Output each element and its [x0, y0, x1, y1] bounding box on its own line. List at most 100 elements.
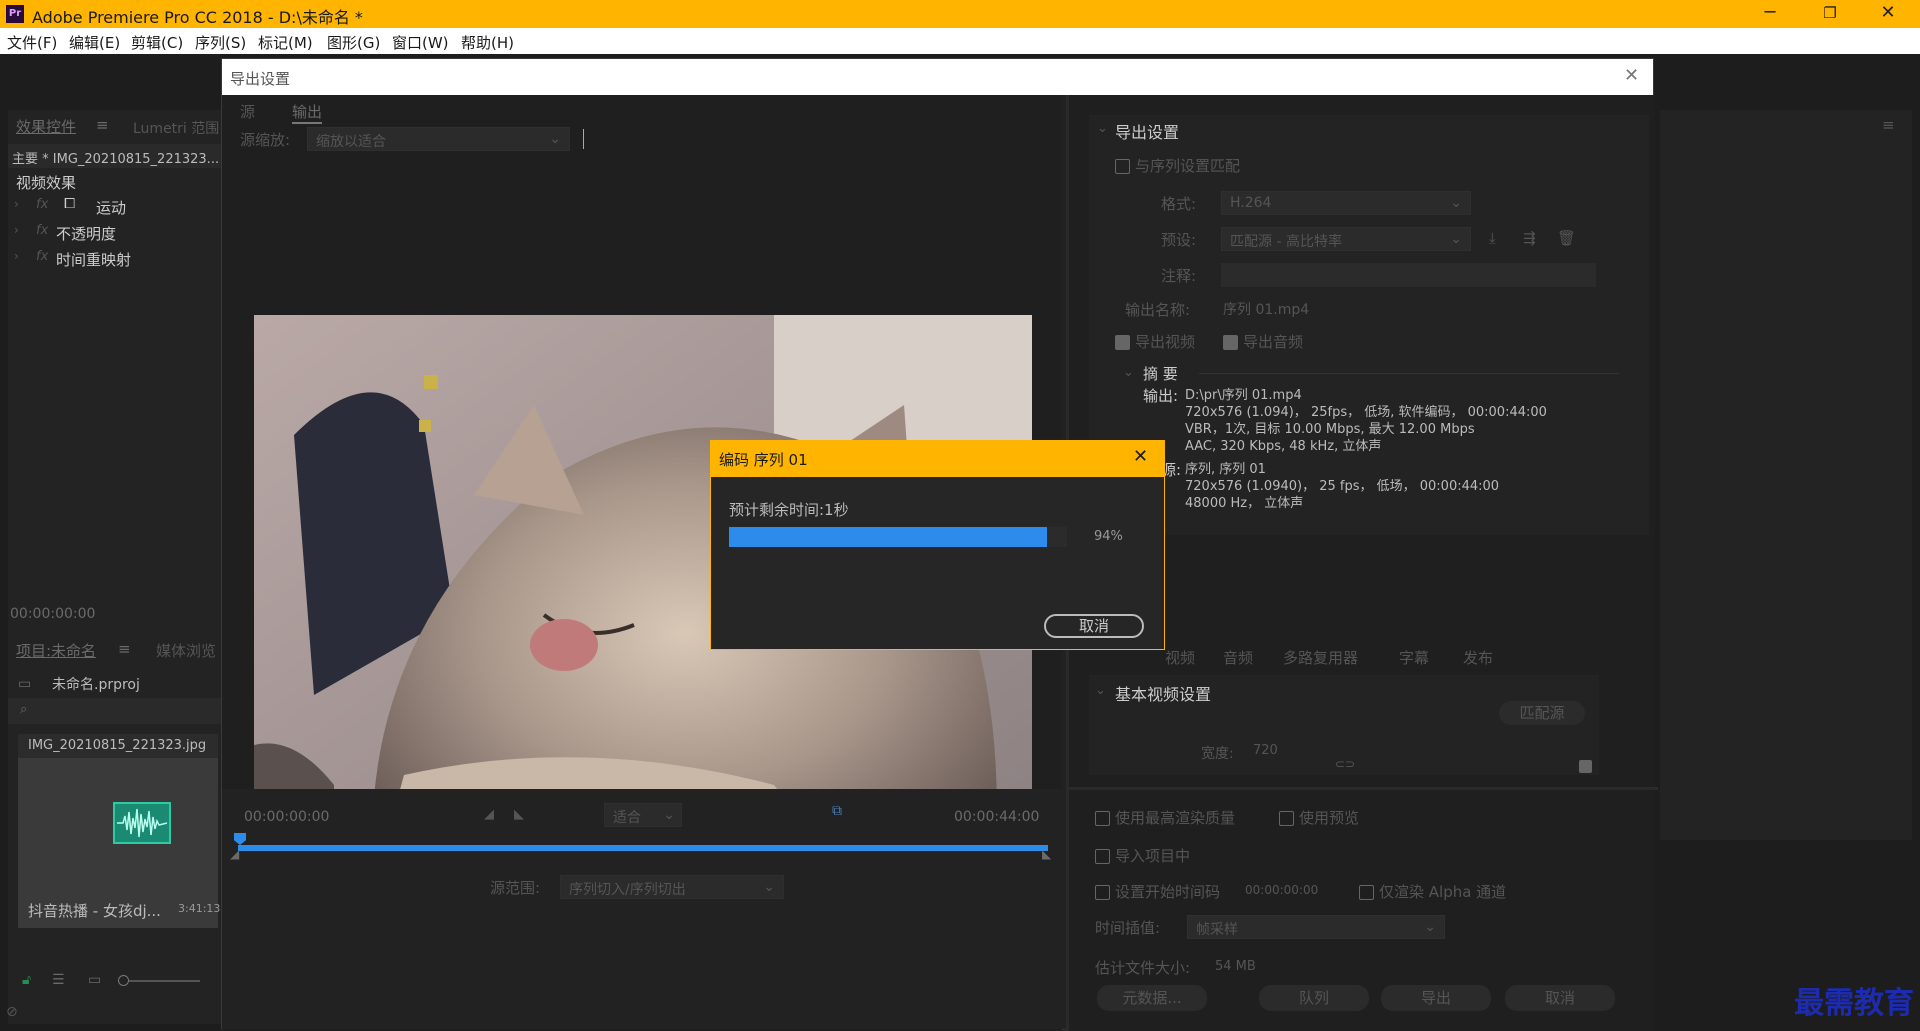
in-point-icon[interactable]: ◢ [230, 847, 239, 861]
summary-output-details: D:\pr\序列 01.mp4 720x576 (1.094)， 25fps， … [1185, 387, 1547, 455]
interpolation-dropdown[interactable]: 帧采样 ⌄ [1187, 915, 1445, 939]
file-size-value: 54 MB [1215, 959, 1256, 974]
source-range-label: 源范围: [490, 879, 541, 897]
menu-window[interactable]: 窗口(W) [392, 32, 449, 53]
out-point-icon[interactable]: ◣ [1042, 847, 1051, 861]
source-scale-dropdown[interactable]: 缩放以适合 ⌄ [307, 127, 570, 151]
effects-timecode[interactable]: 00:00:00:00 [10, 606, 95, 622]
use-preview-label: 使用预览 [1299, 809, 1360, 827]
thumb-label: IMG_20210815_221323.jpg [28, 738, 207, 753]
timeline-end-time[interactable]: 00:00:44:00 [954, 809, 1039, 825]
timeline-start-time[interactable]: 00:00:00:00 [244, 809, 329, 825]
media-thumbnail-card[interactable]: IMG_20210815_221323.jpg 抖音热播 - 女孩dj... 3… [18, 734, 227, 928]
preset-dropdown[interactable]: 匹配源 - 高比特率 ⌄ [1221, 227, 1471, 251]
timeline-range-bar[interactable] [238, 845, 1048, 851]
menu-clip[interactable]: 剪辑(C) [131, 32, 183, 53]
export-video-checkbox[interactable] [1115, 333, 1130, 351]
format-dropdown[interactable]: H.264 ⌄ [1221, 191, 1471, 215]
tab-video[interactable]: 视频 [1165, 647, 1195, 668]
export-button[interactable]: 导出 [1381, 985, 1491, 1011]
resolution-checkbox[interactable] [1579, 757, 1592, 775]
summary-source-line: 720x576 (1.0940)， 25 fps， 低场， 00:00:44:0… [1185, 479, 1500, 494]
list-view-icon[interactable]: ☰ [52, 972, 65, 988]
tab-publish[interactable]: 发布 [1463, 647, 1493, 668]
effect-row-motion[interactable]: › fx ⧠ 运动 [8, 194, 222, 218]
set-timecode-checkbox[interactable] [1095, 883, 1110, 901]
menu-bar: 文件(F) 编辑(E) 剪辑(C) 序列(S) 标记(M) 图形(G) 窗口(W… [0, 28, 1920, 54]
tab-project[interactable]: 项目:未命名 [16, 640, 96, 661]
interpolation-label: 时间插值: [1095, 919, 1161, 937]
progress-percent: 94% [1094, 529, 1123, 544]
import-project-checkbox[interactable] [1095, 847, 1110, 865]
chevron-right-icon[interactable]: › [14, 249, 19, 263]
tab-output[interactable]: 输出 [292, 101, 323, 124]
menu-graphics[interactable]: 图形(G) [327, 32, 380, 53]
export-video-label: 导出视频 [1135, 333, 1196, 351]
project-search-field[interactable]: ⌕ [8, 698, 222, 724]
chevron-down-icon[interactable]: ⌄ [1123, 365, 1134, 380]
encoding-dialog-header: 编码 序列 01 ✕ [711, 441, 1164, 477]
menu-lines-icon[interactable]: ≡ [1882, 116, 1895, 134]
mark-in-icon[interactable]: ◢ [484, 807, 494, 822]
tab-captions[interactable]: 字幕 [1399, 647, 1429, 668]
icon-view-icon[interactable]: ▭ [88, 972, 101, 988]
restore-icon[interactable]: ❐ [1810, 4, 1850, 22]
match-source-button[interactable]: 匹配源 [1499, 701, 1585, 725]
playhead-icon[interactable] [234, 833, 246, 845]
link-icon[interactable]: ⊘ [6, 1004, 18, 1020]
tab-multiplexer[interactable]: 多路复用器 [1283, 647, 1358, 668]
close-icon[interactable]: ✕ [1624, 65, 1639, 86]
max-render-checkbox[interactable] [1095, 809, 1110, 827]
tab-lumetri-scopes[interactable]: Lumetri 范围 [133, 118, 219, 138]
metadata-button[interactable]: 元数据... [1097, 985, 1207, 1011]
chevron-down-icon[interactable]: ⌄ [1095, 683, 1106, 698]
match-sequence-checkbox[interactable] [1115, 157, 1130, 175]
delete-preset-icon[interactable]: 🗑︎ [1557, 229, 1576, 247]
search-icon: ⌕ [20, 702, 28, 717]
window-title: Adobe Premiere Pro CC 2018 - D:\未命名 * [32, 8, 363, 27]
mark-out-icon[interactable]: ◣ [514, 807, 524, 822]
menu-edit[interactable]: 编辑(E) [69, 32, 120, 53]
project-panel: 项目:未命名 ≡ 媒体浏览 ▭ 未命名.prproj ⌕ IMG_2021081… [8, 634, 227, 1024]
queue-button[interactable]: 队列 [1259, 985, 1369, 1011]
zoom-slider[interactable] [118, 975, 200, 986]
tab-media-browser[interactable]: 媒体浏览 [156, 640, 216, 661]
tab-source[interactable]: 源 [240, 101, 255, 122]
source-scale-label: 源缩放: [240, 131, 291, 149]
save-preset-icon[interactable]: ⤓ [1489, 229, 1496, 247]
menu-lines-icon[interactable]: ≡ [118, 640, 131, 658]
tab-audio[interactable]: 音频 [1223, 647, 1253, 668]
alpha-only-checkbox[interactable] [1359, 883, 1374, 901]
effect-row-opacity[interactable]: › fx 不透明度 [8, 220, 222, 244]
chevron-right-icon[interactable]: › [14, 223, 19, 237]
fit-dropdown[interactable]: 适合 ⌄ [604, 803, 682, 827]
video-effects-heading: 视频效果 [16, 174, 77, 192]
chevron-down-icon[interactable]: ⌄ [1097, 121, 1108, 136]
effect-row-time-remap[interactable]: › fx 时间重映射 [8, 246, 222, 270]
menu-file[interactable]: 文件(F) [7, 32, 57, 53]
lock-icon[interactable]: 🔓︎ [22, 972, 31, 988]
export-audio-checkbox[interactable] [1223, 333, 1238, 351]
max-render-label: 使用最高渲染质量 [1115, 809, 1236, 827]
chevron-down-icon: ⌄ [1424, 919, 1436, 935]
output-name-link[interactable]: 序列 01.mp4 [1223, 299, 1309, 319]
aspect-toggle-icon[interactable]: ⧉ [832, 803, 842, 819]
close-icon[interactable]: ✕ [1868, 2, 1908, 23]
link-chain-icon[interactable]: ⊂⊃ [1335, 757, 1355, 771]
tab-effects-control[interactable]: 效果控件 [16, 116, 76, 137]
close-icon[interactable]: ✕ [1133, 446, 1148, 467]
cancel-export-button[interactable]: 取消 [1505, 985, 1615, 1011]
chevron-right-icon[interactable]: › [14, 197, 19, 211]
menu-marker[interactable]: 标记(M) [258, 32, 313, 53]
comment-input[interactable] [1221, 263, 1596, 287]
menu-lines-icon[interactable]: ≡ [96, 116, 109, 134]
minimize-icon[interactable]: ─ [1750, 2, 1790, 23]
use-preview-checkbox[interactable] [1279, 809, 1294, 827]
cancel-encoding-button[interactable]: 取消 [1044, 614, 1144, 638]
source-range-dropdown[interactable]: 序列切入/序列切出 ⌄ [560, 875, 784, 899]
menu-sequence[interactable]: 序列(S) [195, 32, 246, 53]
import-preset-icon[interactable]: ⇶ [1523, 229, 1536, 247]
width-value[interactable]: 720 [1253, 743, 1278, 758]
timecode-value[interactable]: 00:00:00:00 [1245, 883, 1318, 897]
menu-help[interactable]: 帮助(H) [461, 32, 514, 53]
